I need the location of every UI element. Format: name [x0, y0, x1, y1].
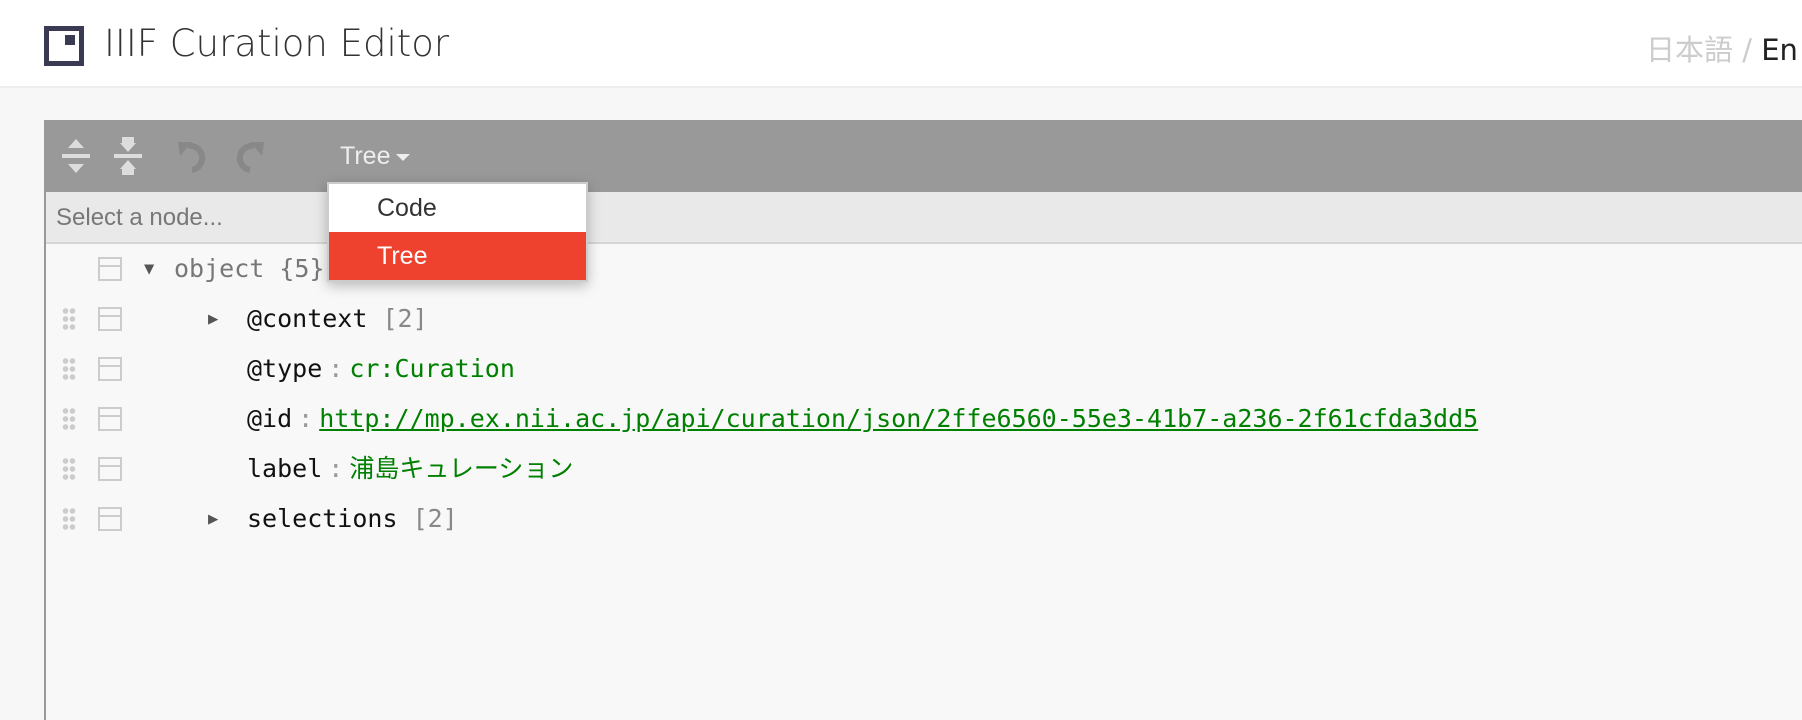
field-key[interactable]: label	[247, 454, 322, 483]
drag-handle-icon[interactable]	[62, 407, 76, 431]
expanded-triangle-icon[interactable]: ▼	[144, 244, 154, 294]
logo-icon	[44, 26, 84, 66]
context-menu-icon[interactable]	[98, 357, 122, 381]
context-menu-icon[interactable]	[98, 307, 122, 331]
redo-icon	[236, 142, 264, 173]
node-navbar[interactable]: Select a node...	[46, 192, 1802, 244]
context-menu-icon[interactable]	[98, 407, 122, 431]
expand-all-button[interactable]	[54, 134, 98, 178]
tree-row[interactable]: @type: cr:Curation	[46, 344, 1746, 394]
undo-button[interactable]	[172, 134, 216, 178]
field-key: selections	[247, 504, 398, 533]
mode-dropdown-menu: Code Tree	[327, 182, 588, 282]
field-value[interactable]: 浦島キュレーション	[349, 454, 573, 483]
json-editor: Tree Select a node... ▼ object {5} ▶ @co…	[44, 120, 1802, 720]
drag-handle-icon[interactable]	[62, 507, 76, 531]
item-count: [2]	[412, 504, 458, 533]
caret-down-icon	[396, 153, 411, 161]
tree-row[interactable]: ▶ @context [2]	[46, 294, 1746, 344]
redo-button[interactable]	[226, 134, 270, 178]
undo-icon	[178, 142, 206, 173]
context-menu-icon[interactable]	[98, 257, 122, 281]
field-key[interactable]: @id	[247, 404, 292, 433]
root-key: object {5}	[174, 254, 325, 283]
collapse-all-button[interactable]	[106, 134, 150, 178]
separator: :	[298, 404, 314, 433]
collapsed-triangle-icon[interactable]: ▶	[208, 494, 218, 544]
field-value[interactable]: cr:Curation	[349, 354, 515, 383]
editor-toolbar: Tree	[46, 120, 1802, 192]
lang-separator: /	[1733, 33, 1762, 67]
field-key[interactable]: @type	[247, 354, 322, 383]
field-key: @context	[247, 304, 368, 333]
lang-en-link[interactable]: En	[1761, 33, 1798, 67]
tree-row[interactable]: label: 浦島キュレーション	[46, 444, 1746, 494]
lang-ja-link[interactable]: 日本語	[1646, 33, 1733, 67]
tree-row-root[interactable]: ▼ object {5}	[46, 244, 1746, 294]
separator: :	[328, 354, 344, 383]
language-switcher: 日本語 / En	[1646, 27, 1798, 69]
drag-handle-icon[interactable]	[62, 457, 76, 481]
mode-dropdown[interactable]: Tree	[340, 142, 411, 171]
mode-option-tree[interactable]: Tree	[329, 232, 586, 280]
app-header: IIIF Curation Editor 日本語 / En	[0, 0, 1802, 88]
collapsed-triangle-icon[interactable]: ▶	[208, 294, 218, 344]
context-menu-icon[interactable]	[98, 507, 122, 531]
mode-option-code[interactable]: Code	[329, 184, 586, 232]
tree-row[interactable]: @id: http://mp.ex.nii.ac.jp/api/curation/…	[46, 394, 1746, 444]
tree-row[interactable]: ▶ selections [2]	[46, 494, 1746, 544]
id-url-link[interactable]: http://mp.ex.nii.ac.jp/api/curation/json…	[319, 404, 1478, 433]
expand-all-icon	[62, 139, 90, 173]
drag-handle-icon[interactable]	[62, 357, 76, 381]
app-title: IIIF Curation Editor	[104, 22, 450, 65]
mode-label: Tree	[340, 142, 391, 170]
drag-handle-icon[interactable]	[62, 307, 76, 331]
separator: :	[328, 454, 344, 483]
collapse-all-icon	[114, 137, 142, 175]
item-count: [2]	[382, 304, 428, 333]
context-menu-icon[interactable]	[98, 457, 122, 481]
navbar-placeholder: Select a node...	[56, 204, 223, 231]
